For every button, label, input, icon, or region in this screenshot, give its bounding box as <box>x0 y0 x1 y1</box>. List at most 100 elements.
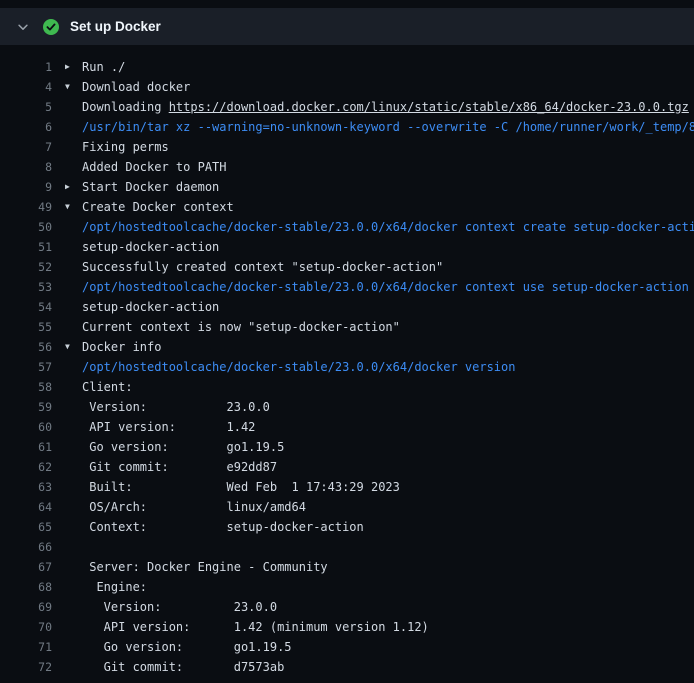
log-line: 68 Engine: <box>0 577 694 597</box>
log-line: 52 Successfully created context "setup-do… <box>0 257 694 277</box>
line-number-link[interactable]: 67 <box>0 557 52 577</box>
triangle-right-icon[interactable]: ▶ <box>65 177 70 197</box>
line-number-link[interactable]: 9 <box>0 177 52 197</box>
line-content: Downloading https://download.docker.com/… <box>52 97 694 117</box>
line-number-link[interactable]: 65 <box>0 517 52 537</box>
line-number-link[interactable]: 50 <box>0 217 52 237</box>
step-header[interactable]: Set up Docker <box>0 8 694 45</box>
log-text: Create Docker context <box>82 200 234 214</box>
log-text: Go version: go1.19.5 <box>82 640 292 654</box>
log-text: Git commit: e92dd87 <box>82 460 277 474</box>
line-content: Version: 23.0.0 <box>52 397 694 417</box>
line-number-link[interactable]: 1 <box>0 57 52 77</box>
line-content: ▼ Create Docker context <box>52 197 694 217</box>
line-content: Client: <box>52 377 694 397</box>
triangle-right-icon[interactable]: ▶ <box>65 57 70 77</box>
line-number-link[interactable]: 66 <box>0 537 52 557</box>
log-text: Built: Wed Feb 1 17:43:29 2023 <box>82 480 400 494</box>
log-line: 69 Version: 23.0.0 <box>0 597 694 617</box>
log-line: 8Added Docker to PATH <box>0 157 694 177</box>
line-number-link[interactable]: 4 <box>0 77 52 97</box>
line-number-link[interactable]: 60 <box>0 417 52 437</box>
log-line: 58Client: <box>0 377 694 397</box>
line-number-link[interactable]: 57 <box>0 357 52 377</box>
line-number-link[interactable]: 56 <box>0 337 52 357</box>
log-line: 7 Fixing perms <box>0 137 694 157</box>
line-content: Server: Docker Engine - Community <box>52 557 694 577</box>
log-group-line[interactable]: 9▶Start Docker daemon <box>0 177 694 197</box>
line-content: ▶Run ./ <box>52 57 694 77</box>
log-text: Git commit: d7573ab <box>82 660 284 674</box>
log-group-line[interactable]: 4 ▼ Download docker <box>0 77 694 97</box>
log-command-text: /opt/hostedtoolcache/docker-stable/23.0.… <box>82 220 694 234</box>
line-number-link[interactable]: 6 <box>0 117 52 137</box>
triangle-down-icon[interactable]: ▼ <box>65 77 70 97</box>
log-text: Version: 23.0.0 <box>82 600 277 614</box>
triangle-down-icon[interactable]: ▼ <box>65 197 70 217</box>
log-group-line[interactable]: 56▼Docker info <box>0 337 694 357</box>
log-command-text: /usr/bin/tar xz --warning=no-unknown-key… <box>82 120 694 134</box>
line-number-link[interactable]: 54 <box>0 297 52 317</box>
line-number-link[interactable]: 71 <box>0 637 52 657</box>
line-content: Version: 23.0.0 <box>52 597 694 617</box>
log-line: 67 Server: Docker Engine - Community <box>0 557 694 577</box>
step-log: 1▶Run ./4▼Download docker5Downloading ht… <box>0 45 694 677</box>
log-line: 53/opt/hostedtoolcache/docker-stable/23.… <box>0 277 694 297</box>
line-number-link[interactable]: 63 <box>0 477 52 497</box>
log-text: Download docker <box>82 80 190 94</box>
log-text: Downloading <box>82 100 169 114</box>
line-content: Go version: go1.19.5 <box>52 637 694 657</box>
line-number-link[interactable]: 55 <box>0 317 52 337</box>
log-text: Fixing perms <box>82 140 169 154</box>
log-line: 59 Version: 23.0.0 <box>0 397 694 417</box>
log-text: OS/Arch: linux/amd64 <box>82 500 306 514</box>
chevron-down-icon[interactable] <box>16 20 30 34</box>
line-number-link[interactable]: 68 <box>0 577 52 597</box>
log-url-link[interactable]: https://download.docker.com/linux/static… <box>169 100 689 114</box>
line-number-link[interactable]: 49 <box>0 197 52 217</box>
line-content: API version: 1.42 (minimum version 1.12) <box>52 617 694 637</box>
log-line: 55Current context is now "setup-docker-a… <box>0 317 694 337</box>
line-number-link[interactable]: 53 <box>0 277 52 297</box>
line-content: ▼Docker info <box>52 337 694 357</box>
line-number-link[interactable]: 62 <box>0 457 52 477</box>
line-content: Successfully created context "setup-dock… <box>52 257 694 277</box>
line-number-link[interactable]: 69 <box>0 597 52 617</box>
line-content: Go version: go1.19.5 <box>52 437 694 457</box>
log-line: 5Downloading https://download.docker.com… <box>0 97 694 117</box>
log-line: 70 API version: 1.42 (minimum version 1.… <box>0 617 694 637</box>
line-content: OS/Arch: linux/amd64 <box>52 497 694 517</box>
log-line: 65 Context: setup-docker-action <box>0 517 694 537</box>
step-title: Set up Docker <box>70 19 161 34</box>
line-number-link[interactable]: 61 <box>0 437 52 457</box>
log-lines: 1▶Run ./4▼Download docker5Downloading ht… <box>0 57 694 677</box>
line-content: ▶Start Docker daemon <box>52 177 694 197</box>
line-content: Current context is now "setup-docker-act… <box>52 317 694 337</box>
line-number-link[interactable]: 7 <box>0 137 52 157</box>
line-content: Added Docker to PATH <box>52 157 694 177</box>
line-content: /opt/hostedtoolcache/docker-stable/23.0.… <box>52 217 694 237</box>
log-text: setup-docker-action <box>82 300 219 314</box>
line-number-link[interactable]: 51 <box>0 237 52 257</box>
log-text: API version: 1.42 (minimum version 1.12) <box>82 620 429 634</box>
line-number-link[interactable]: 5 <box>0 97 52 117</box>
line-number-link[interactable]: 59 <box>0 397 52 417</box>
line-number-link[interactable]: 52 <box>0 257 52 277</box>
log-line: 54 setup-docker-action <box>0 297 694 317</box>
line-number-link[interactable]: 8 <box>0 157 52 177</box>
line-number-link[interactable]: 70 <box>0 617 52 637</box>
log-line: 72 Git commit: d7573ab <box>0 657 694 677</box>
log-text: Successfully created context "setup-dock… <box>82 260 443 274</box>
line-number-link[interactable]: 72 <box>0 657 52 677</box>
line-number-link[interactable]: 58 <box>0 377 52 397</box>
log-line: 66 <box>0 537 694 557</box>
line-content: Built: Wed Feb 1 17:43:29 2023 <box>52 477 694 497</box>
log-line: 60 API version: 1.42 <box>0 417 694 437</box>
log-line: 50/opt/hostedtoolcache/docker-stable/23.… <box>0 217 694 237</box>
log-text: Server: Docker Engine - Community <box>82 560 328 574</box>
triangle-down-icon[interactable]: ▼ <box>65 337 70 357</box>
log-line: 6/usr/bin/tar xz --warning=no-unknown-ke… <box>0 117 694 137</box>
log-group-line[interactable]: 1▶Run ./ <box>0 57 694 77</box>
log-group-line[interactable]: 49 ▼ Create Docker context <box>0 197 694 217</box>
line-number-link[interactable]: 64 <box>0 497 52 517</box>
